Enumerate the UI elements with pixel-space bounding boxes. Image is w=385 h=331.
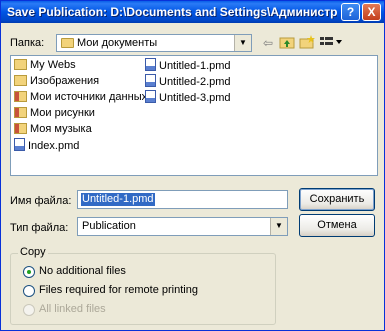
radio-remote-printing[interactable] [23,285,35,297]
folder-icon [14,91,27,102]
file-name: Мои источники данных [30,91,148,103]
pmd-file-icon [145,58,156,71]
back-arrow-icon[interactable]: ⇦ [260,35,276,51]
cancel-button[interactable]: Отмена [299,214,375,237]
radio-no-additional-files[interactable] [23,266,35,278]
folder-icon [14,75,27,86]
folder-value: Мои документы [77,37,158,49]
file-name: Untitled-3.pmd [159,92,231,104]
up-folder-icon[interactable] [279,35,295,51]
folder-select[interactable]: Мои документы ▼ [56,34,252,52]
new-folder-icon[interactable] [299,35,315,51]
folder-label: Папка: [10,37,45,49]
radio-all-linked-files[interactable] [23,304,35,316]
folder-icon [14,107,27,118]
view-menu-icon[interactable] [319,35,343,51]
file-name: Моя музыка [30,123,92,135]
folder-icon [14,123,27,134]
list-item[interactable]: Мои источники данных [14,90,147,104]
filetype-value: Publication [82,220,136,232]
help-button[interactable]: ? [341,3,360,21]
radio-label: Files required for remote printing [39,284,198,296]
filetype-label: Тип файла: [10,222,69,234]
close-button[interactable]: X [362,3,381,21]
chevron-down-icon[interactable]: ▼ [234,35,251,51]
radio-label: All linked files [39,303,106,315]
file-name: Мои рисунки [30,107,95,119]
file-name: Изображения [30,75,100,87]
list-item[interactable]: Index.pmd [14,138,79,152]
filename-field[interactable]: Untitled-1.pmd [77,190,288,209]
list-item[interactable]: Untitled-2.pmd [145,74,231,88]
filename-label: Имя файла: [10,195,72,207]
pmd-file-icon [145,74,156,87]
file-name: Untitled-2.pmd [159,76,231,88]
list-item[interactable]: Untitled-3.pmd [145,90,231,104]
save-dialog: Save Publication: D:\Documents and Setti… [0,0,385,331]
list-item[interactable]: Untitled-1.pmd [145,58,231,72]
title-bar[interactable]: Save Publication: D:\Documents and Setti… [1,1,384,23]
window-title: Save Publication: D:\Documents and Setti… [7,5,337,19]
chevron-down-icon[interactable]: ▼ [270,218,287,235]
file-name: Untitled-1.pmd [159,60,231,72]
file-list[interactable]: My Webs Изображения Мои источники данных… [10,55,378,176]
copy-group-title: Copy [18,246,48,258]
list-item[interactable]: Моя музыка [14,122,92,136]
radio-label: No additional files [39,265,126,277]
pmd-file-icon [14,138,25,151]
save-button[interactable]: Сохранить [299,188,375,211]
file-name: My Webs [30,59,76,71]
documents-folder-icon [61,38,74,48]
list-item[interactable]: Мои рисунки [14,106,95,120]
filename-value: Untitled-1.pmd [81,193,155,206]
file-name: Index.pmd [28,140,80,152]
folder-icon [14,59,27,70]
list-item[interactable]: My Webs [14,58,76,72]
list-item[interactable]: Изображения [14,74,99,88]
filetype-select[interactable]: Publication ▼ [77,217,288,236]
pmd-file-icon [145,90,156,103]
